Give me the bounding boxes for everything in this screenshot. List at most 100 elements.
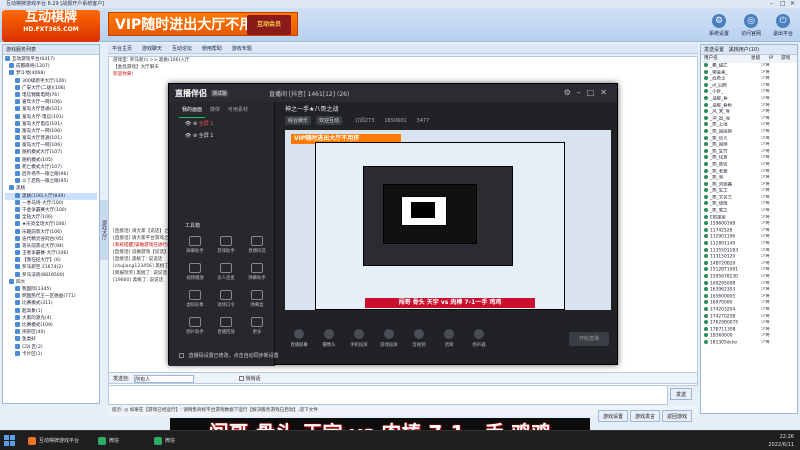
user-row[interactable]: 17B711308 少将 (701, 326, 797, 334)
tree-item[interactable]: 等头前景过大厅(94) (5, 242, 97, 250)
tree-item[interactable]: 大家的源允(4) (5, 314, 97, 322)
live-source-button[interactable]: 话筒 (435, 326, 463, 354)
user-row[interactable]: _熊_生工 少将 (701, 188, 797, 195)
tree-item[interactable]: 【我在纪大厅】(6) (5, 257, 97, 264)
tree-item[interactable]: 电信锦集电网(76) (5, 91, 97, 99)
tool-button[interactable]: 直播回放 (212, 315, 240, 341)
user-row[interactable]: 15960016B 少将 (701, 221, 797, 228)
whisper-checkbox[interactable] (238, 376, 244, 381)
start-live-button[interactable]: 开始直播 (569, 332, 609, 346)
tree-item[interactable]: 黑桃(106)入厅(839) (5, 192, 97, 200)
tab-media[interactable]: 媒体 (207, 102, 223, 117)
tree-item[interactable]: 四大 (5, 278, 97, 286)
tree-item[interactable]: 富岛大厅一网(106) (5, 127, 97, 135)
user-row[interactable]: _聊会乘_ 少将 (701, 69, 797, 77)
tree-item[interactable]: 成都麻将(1207) (5, 63, 97, 70)
user-row[interactable]: 16970000 少将 (701, 300, 797, 307)
user-row[interactable]: 17427025B 少将 (701, 313, 797, 321)
tree-item[interactable]: CDI 区(2) (5, 343, 97, 351)
tool-button[interactable]: 游戏助手 (212, 234, 240, 260)
tool-button[interactable]: 弹幕助手 (243, 261, 271, 287)
user-row[interactable]: _西奇王 少将 (701, 76, 797, 83)
system-settings-button[interactable]: ⚙ 系统设置 (705, 14, 733, 40)
send-button[interactable]: 发送 (670, 388, 692, 400)
user-row[interactable]: 14BT20B20 少将 (701, 260, 797, 268)
tree-item[interactable]: 300级新手大厅(106) (5, 77, 97, 85)
user-row[interactable]: _熊_文名三 少将 (701, 194, 797, 202)
tree-item[interactable]: 卡片区(1) (5, 350, 97, 358)
user-row[interactable]: 174203204 少将 (701, 306, 797, 314)
user-row[interactable]: _温暖_春 少将 (701, 95, 797, 103)
tree-item[interactable]: 富岛大厅一网(106) (5, 142, 97, 149)
taskbar-clock[interactable]: 22:26 2022/6/11 (768, 433, 794, 449)
tree-item[interactable]: 罗马法则(8819500) (5, 271, 97, 279)
user-row[interactable]: 181305dcko 少将 (701, 339, 797, 347)
tree-item[interactable]: ★乐亮全场大厅(106) (5, 221, 97, 228)
col-level[interactable]: 星级 (751, 55, 760, 63)
user-row[interactable]: _熊_德情 少将 (701, 201, 797, 208)
tool-button[interactable]: 图片助手 (181, 315, 209, 341)
live-source-button[interactable]: 扬声器 (465, 326, 493, 354)
user-row[interactable]: _温暖_春秋 少将 (701, 102, 797, 110)
game-settings-button[interactable]: 游戏设置 (598, 410, 628, 422)
tree-item[interactable]: 千金争霸赛大厅(100) (5, 206, 97, 214)
live-source-button[interactable]: 手机投屏 (345, 326, 373, 354)
user-row[interactable]: _熊_上海 少将 (701, 122, 797, 129)
exit-platform-button[interactable]: ⏻ 退出平台 (769, 14, 797, 40)
user-row[interactable]: _小虾_ 少将 (701, 89, 797, 96)
tree-item[interactable]: 王者争霸赛-大厅(106) (5, 250, 97, 257)
tab-room-users[interactable]: 黑桃用户(10) (729, 47, 759, 53)
user-row[interactable]: 112901196 少将 (701, 234, 797, 241)
close-icon[interactable]: ✕ (790, 0, 795, 8)
user-row[interactable]: _聚_甜乙 少将 (701, 63, 797, 70)
tab-home[interactable]: 平台主页 (108, 44, 136, 54)
user-row[interactable]: 11355011B3 少将 (701, 247, 797, 255)
tool-button[interactable]: 直播码流 (243, 234, 271, 260)
taskbar-app-wechat[interactable]: 微信 (94, 434, 123, 448)
tree-item[interactable]: 广安大厅(二级)(106) (5, 84, 97, 92)
tool-button[interactable]: 弹幕盒 (243, 288, 271, 314)
stream-tag[interactable]: 欢迎互动 (315, 116, 342, 125)
user-row[interactable]: _熊_国国际 少将 (701, 128, 797, 136)
tab-topics[interactable]: 游戏专题 (228, 44, 256, 54)
windows-start-icon[interactable] (4, 435, 16, 447)
taskbar-app-wechat[interactable]: 微信 (150, 434, 179, 448)
minimize-icon[interactable]: – (770, 0, 773, 8)
live-source-button[interactable]: 直播屏幕 (285, 326, 313, 354)
col-game[interactable]: 游戏 (781, 55, 790, 63)
live-source-button[interactable]: 音视频 (405, 326, 433, 354)
user-row[interactable]: _oI_回郎 少将 (701, 82, 797, 90)
tool-button[interactable]: 视频播放 (181, 261, 209, 287)
tree-item[interactable]: 后外场不一眼之眼(96) (5, 171, 97, 178)
user-row[interactable]: 113150120 少将 (701, 254, 797, 261)
user-row[interactable]: 1595678230 少将 (701, 274, 797, 281)
tree-item[interactable]: 嘉年大厅一网(106) (5, 99, 97, 106)
tree-item[interactable]: 全钻大厅(106) (5, 214, 97, 221)
tree-item[interactable]: 斗了后院一眼之眼(95) (5, 178, 97, 185)
user-row[interactable]: _熊_鱼信 少将 (701, 161, 797, 169)
tree-item[interactable]: 富岛大厅普通(101) (5, 135, 97, 142)
user-row[interactable]: _熊_化意 少将 (701, 155, 797, 162)
user-row[interactable]: 11742528 少将 (701, 227, 797, 235)
tree-item[interactable]: 鱼类好 (5, 336, 97, 343)
tree-item[interactable]: 一季马场-大厅(100) (5, 199, 97, 207)
user-row[interactable]: E哈里星 少将 (701, 214, 797, 222)
source-row[interactable]: 👁 ⊕ 全屏 1 (179, 130, 274, 142)
user-row[interactable]: _熊_家之 少将 (701, 208, 797, 215)
tree-item[interactable]: 死亡模式大厅(107) (5, 163, 97, 171)
col-username[interactable]: 用户名 (704, 56, 718, 61)
tree-item[interactable]: 超高象(1) (5, 307, 97, 315)
user-row[interactable]: _熊_雪 少将 (701, 175, 797, 182)
stream-preview[interactable]: VIP随时进出大厅不用挤 闯哥 骨头 天宇 vs 肉棒 7-1一手 鸡鸡 (285, 130, 611, 310)
tree-item[interactable]: 比赛模式(109) (5, 321, 97, 329)
tree-item[interactable]: 比赛模式(311) (5, 300, 97, 307)
col-ip[interactable]: IP (769, 55, 773, 63)
user-row[interactable]: 1B360000 少将 (701, 333, 797, 340)
tree-item[interactable]: 迭代精灵谷同台(95) (5, 235, 97, 243)
user-row[interactable]: _风_来_雪 少将 (701, 109, 797, 116)
close-icon[interactable]: ✕ (600, 88, 613, 97)
taskbar-app-platform[interactable]: 互动棋牌游戏平台 (24, 434, 83, 448)
tree-item[interactable]: 富岛大厅电信(101) (5, 120, 97, 128)
tab-send-settings[interactable]: 发送设置 (704, 47, 724, 53)
notice-checkbox[interactable] (179, 353, 184, 358)
